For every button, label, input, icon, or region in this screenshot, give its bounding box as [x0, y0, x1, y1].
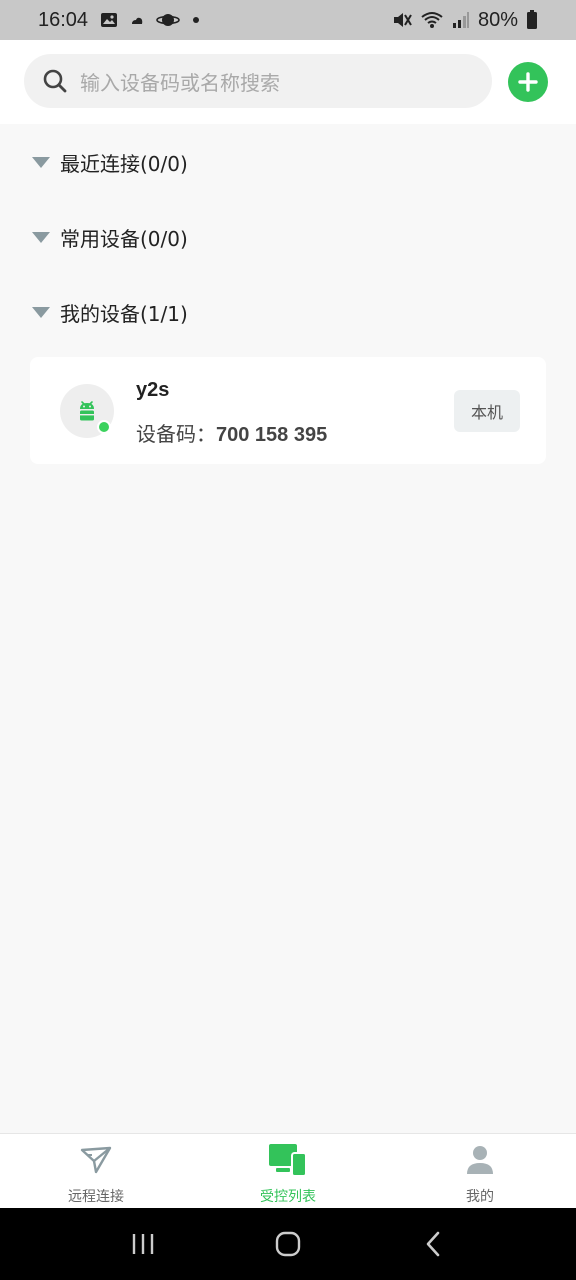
group-my-devices[interactable]: 我的设备(1/1) [32, 297, 188, 327]
gallery-icon [100, 12, 118, 28]
group-recent-connections[interactable]: 最近连接(0/0) [32, 147, 188, 177]
weather-icon [130, 14, 144, 26]
mute-icon [392, 11, 412, 29]
device-code-value: 700 158 395 [216, 424, 328, 446]
battery-icon [526, 10, 538, 30]
paper-plane-icon [80, 1142, 112, 1178]
saturn-icon [156, 11, 180, 29]
tab-mine[interactable]: 我的 [384, 1134, 576, 1208]
tab-label: 远程连接 [68, 1189, 124, 1205]
search-icon [42, 68, 68, 94]
dot-icon [192, 16, 200, 24]
group-frequent-devices[interactable]: 常用设备(0/0) [32, 222, 188, 252]
group-label: 我的设备(1/1) [60, 301, 188, 326]
tab-label: 我的 [466, 1189, 494, 1205]
collapse-triangle-icon [32, 231, 50, 243]
battery-percent: 80% [477, 8, 518, 31]
online-status-dot [97, 420, 111, 434]
group-label: 最近连接(0/0) [60, 151, 188, 176]
add-device-button[interactable] [508, 62, 548, 102]
screen: 16:04 80% 输入设备码或名称搜索 最近连接(0/0) 常用设备(0/0)… [0, 0, 576, 1280]
devices-icon [268, 1142, 308, 1178]
home-button[interactable] [258, 1214, 318, 1274]
back-icon [423, 1230, 443, 1258]
recents-icon [130, 1232, 156, 1256]
signal-icon [452, 11, 470, 29]
group-label: 常用设备(0/0) [60, 226, 188, 251]
person-icon [466, 1142, 494, 1178]
search-input[interactable]: 输入设备码或名称搜索 [24, 54, 492, 108]
wifi-icon [420, 11, 444, 29]
bottom-tab-bar: 远程连接 受控列表 我的 [0, 1133, 576, 1208]
system-nav-bar [0, 1208, 576, 1280]
header: 输入设备码或名称搜索 [0, 40, 576, 124]
home-icon [274, 1230, 302, 1258]
local-device-badge: 本机 [454, 390, 520, 432]
tab-remote-connect[interactable]: 远程连接 [0, 1134, 192, 1208]
plus-icon [517, 71, 539, 93]
device-card[interactable]: y2s 设备码：700 158 395 本机 [30, 357, 546, 464]
status-time: 16:04 [38, 8, 89, 31]
device-name: y2s [136, 379, 170, 401]
device-code-label: 设备码： [136, 422, 216, 446]
back-button[interactable] [403, 1214, 463, 1274]
device-code: 设备码：700 158 395 [136, 418, 327, 447]
status-bar: 16:04 80% [0, 0, 576, 40]
collapse-triangle-icon [32, 156, 50, 168]
tab-label: 受控列表 [260, 1189, 316, 1205]
android-icon [75, 399, 99, 423]
recents-button[interactable] [113, 1214, 173, 1274]
collapse-triangle-icon [32, 306, 50, 318]
search-placeholder: 输入设备码或名称搜索 [80, 70, 280, 95]
tab-controlled-list[interactable]: 受控列表 [192, 1134, 384, 1208]
